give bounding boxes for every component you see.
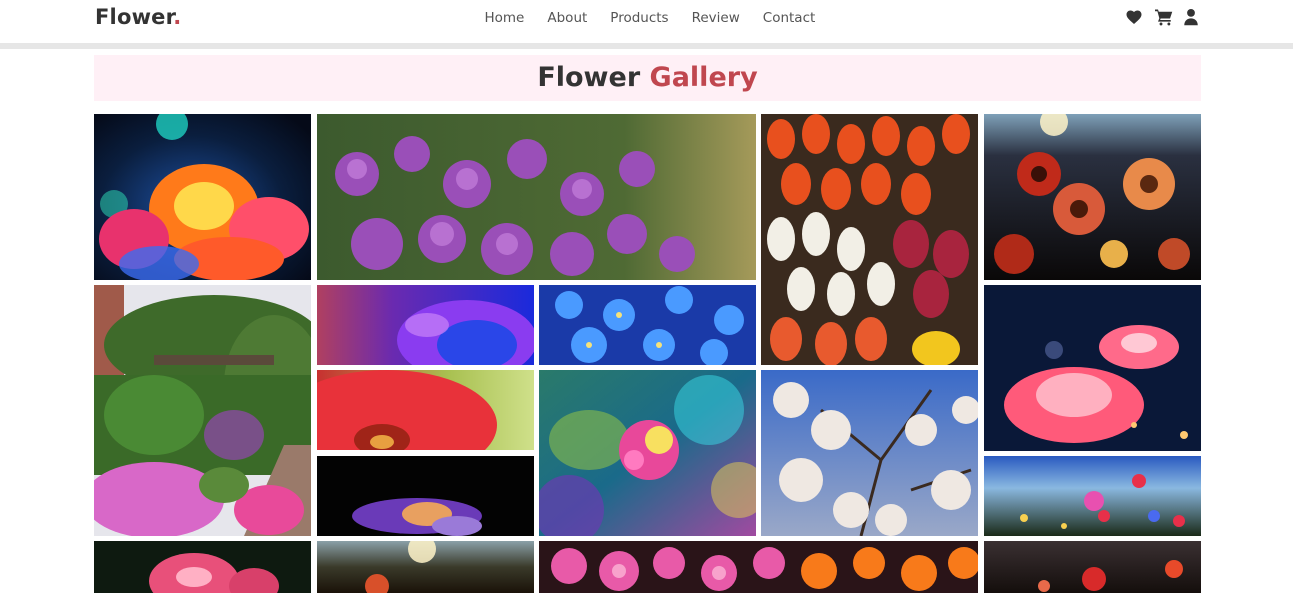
gallery-image-violet-aster[interactable] — [317, 285, 534, 365]
gallery-image-forget-me-nots[interactable] — [539, 285, 756, 365]
user-icon[interactable] — [1183, 8, 1202, 26]
gallery-image-tulip-field[interactable] — [761, 114, 978, 365]
gallery-image-lantana-bokeh[interactable] — [539, 370, 756, 536]
gallery-image-sunset-daisies[interactable] — [984, 114, 1201, 280]
gallery-image-lotus-dark[interactable] — [94, 541, 311, 593]
gallery-image-lantana-dark[interactable] — [317, 456, 534, 536]
gallery-image-sunset-meadow[interactable] — [317, 541, 534, 593]
top-navbar: Flower. Home About Products Review Conta… — [0, 0, 1293, 49]
cart-icon[interactable] — [1154, 8, 1173, 26]
gallery-image-pink-waterlily[interactable] — [984, 285, 1201, 451]
nav-link-contact[interactable]: Contact — [751, 10, 827, 26]
gallery-image-dahlia-bed[interactable] — [539, 541, 978, 593]
gallery-header: Flower Gallery — [94, 55, 1201, 101]
gallery-image-garden-path[interactable] — [94, 285, 311, 536]
heart-icon[interactable] — [1125, 8, 1144, 26]
gallery-image-poppies-dusk[interactable] — [984, 541, 1201, 593]
nav-menu: Home About Products Review Contact — [473, 10, 827, 26]
nav-link-home[interactable]: Home — [473, 10, 536, 26]
brand-logo[interactable]: Flower. — [95, 5, 181, 29]
nav-link-about[interactable]: About — [536, 10, 599, 26]
page-title: Flower Gallery — [537, 62, 758, 93]
nav-link-review[interactable]: Review — [680, 10, 751, 26]
gallery-image-red-gerbera[interactable] — [317, 370, 534, 450]
nav-link-products[interactable]: Products — [599, 10, 680, 26]
gallery-image-purple-chives[interactable] — [317, 114, 756, 280]
gallery-image-wildflower-meadow[interactable] — [984, 456, 1201, 536]
gallery-image-white-blossoms[interactable] — [761, 370, 978, 536]
gallery-image-dahlia-neon[interactable] — [94, 114, 311, 280]
nav-icon-group — [1125, 8, 1202, 26]
